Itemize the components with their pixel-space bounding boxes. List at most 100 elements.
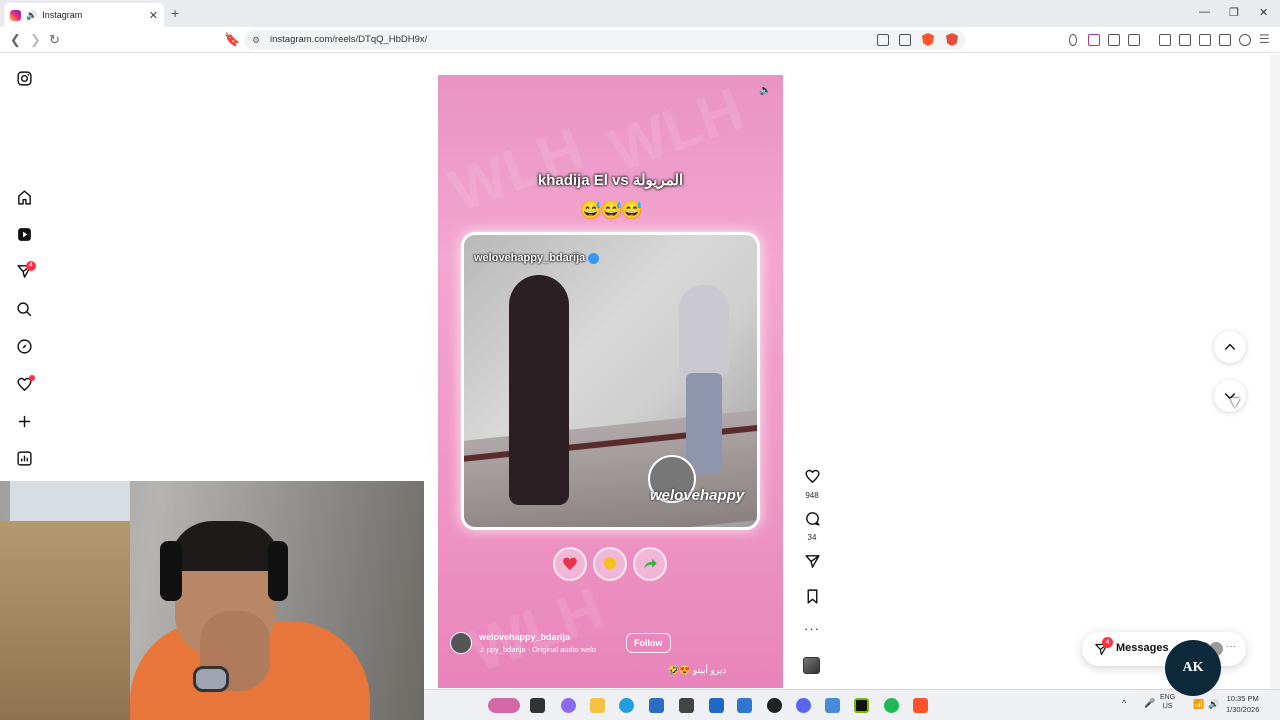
edge-icon[interactable] <box>619 698 634 713</box>
notepad-icon[interactable] <box>825 698 840 713</box>
music-note-icon: ♫ <box>479 645 487 654</box>
follow-button[interactable]: Follow <box>626 633 671 653</box>
reel-video[interactable]: WLH WLH WLH 🔈 khadija El vs المريولة 😅😅😅… <box>438 75 783 688</box>
speaker-icon: 🔊 <box>26 9 38 20</box>
share-button[interactable] <box>802 553 822 575</box>
author-avatar[interactable] <box>450 632 472 654</box>
activity-dot <box>29 375 35 381</box>
reload-button[interactable]: ↻ <box>49 32 60 48</box>
reels-icon[interactable] <box>15 225 33 243</box>
close-tab-icon[interactable]: ✕ <box>149 9 158 22</box>
dashboard-icon[interactable] <box>15 449 33 467</box>
browser-tab[interactable]: 🔊 Instagram ✕ <box>4 3 164 27</box>
messages-button[interactable]: 4 Messages ··· <box>1082 632 1246 666</box>
tray-chevron-icon[interactable]: ^ <box>1122 698 1126 708</box>
vpn-icon[interactable] <box>1239 34 1251 46</box>
streamer-logo: AK <box>1165 640 1221 696</box>
visual-studio-icon[interactable] <box>709 698 724 713</box>
site-info-icon[interactable]: ⚙ <box>252 30 260 50</box>
reel-caption-emojis: 😅😅😅 <box>579 200 643 220</box>
watermark-decor: WLH <box>600 75 752 185</box>
url-field[interactable]: ⚙ instagram.com/reels/DTqQ_HbDH9x/ <box>244 30 966 50</box>
webcam-overlay <box>0 481 424 720</box>
new-tab-button[interactable]: + <box>171 5 179 21</box>
language-indicator[interactable]: ENG US <box>1160 693 1175 711</box>
bookmark-icon[interactable]: 🔖 <box>224 32 240 48</box>
extensions-puzzle-icon[interactable] <box>1108 34 1120 46</box>
extension-icon[interactable] <box>1088 34 1100 46</box>
restore-button[interactable]: ❐ <box>1229 6 1239 19</box>
author-username[interactable]: welovehappy_bdarija <box>479 632 570 642</box>
volume-icon[interactable]: 🔈 <box>759 85 773 99</box>
create-plus-icon[interactable] <box>15 412 33 430</box>
previous-reel-button[interactable] <box>1214 331 1246 363</box>
headphones-left <box>160 541 182 601</box>
watermark-decor: WLH <box>460 574 612 685</box>
comment-button[interactable]: 34 <box>802 510 822 542</box>
search-icon[interactable] <box>15 300 33 318</box>
share-reaction-icon <box>633 547 667 581</box>
video-person-left <box>509 275 569 505</box>
microphone-icon[interactable]: 🎤 <box>1144 698 1155 709</box>
channel-logo-text: welovehappy <box>650 487 745 504</box>
media-icon[interactable] <box>1159 34 1171 46</box>
save-button[interactable] <box>802 588 822 610</box>
instagram-logo-icon[interactable] <box>15 69 33 87</box>
store-icon[interactable] <box>649 698 664 713</box>
volume-tray-icon[interactable]: 🔊 <box>1208 699 1219 710</box>
page-scrollbar[interactable] <box>1270 54 1280 689</box>
wallet-icon[interactable] <box>1199 34 1211 46</box>
language-top: ENG <box>1160 694 1176 701</box>
comment-reaction-icon <box>593 547 627 581</box>
reel-author-row: welovehappy_bdarija ♫ ppy_bdarija · Orig… <box>450 632 770 656</box>
obs-icon[interactable] <box>767 698 782 713</box>
screenshot-icon[interactable] <box>1128 34 1140 46</box>
widgets-icon[interactable] <box>488 698 520 713</box>
browser-tab-bar: 🔊 Instagram ✕ + — ❐ ✕ <box>0 0 1280 27</box>
minimize-button[interactable]: — <box>1199 6 1210 18</box>
like-button[interactable]: 948 <box>802 468 822 500</box>
more-options-icon[interactable]: ··· <box>802 622 822 635</box>
wristwatch <box>193 666 229 692</box>
copilot-icon[interactable] <box>561 698 576 713</box>
home-icon[interactable] <box>15 188 33 206</box>
cast-icon[interactable] <box>877 34 889 46</box>
forward-button[interactable]: ❯ <box>30 32 41 48</box>
back-button[interactable]: ❮ <box>10 32 21 48</box>
reel-description[interactable]: 🤣😍 ديرو أبيتو <box>668 665 726 676</box>
share-icon[interactable] <box>899 34 911 46</box>
chevron-up-icon <box>1224 343 1236 350</box>
language-bottom: US <box>1162 703 1173 710</box>
video-handle-text: welovehappy_bdarija <box>474 252 586 264</box>
menu-icon[interactable]: ☰ <box>1259 32 1270 46</box>
extension-shield-icon[interactable] <box>1069 34 1077 46</box>
audio-text: ppy_bdarija · Original audio welo <box>486 645 596 654</box>
explore-compass-icon[interactable] <box>15 337 33 355</box>
file-explorer-icon[interactable] <box>590 698 605 713</box>
nvidia-icon[interactable] <box>854 698 869 713</box>
heart-icon <box>804 469 820 484</box>
wifi-icon[interactable]: 📶 <box>1193 699 1204 710</box>
spotify-icon[interactable] <box>884 698 899 713</box>
clock[interactable]: 10:35 PM 1/30/2026 <box>1226 693 1259 715</box>
audio-info[interactable]: ♫ ppy_bdarija · Original audio welo <box>479 645 609 654</box>
app-icon[interactable] <box>679 698 694 713</box>
mouse-cursor <box>1230 398 1240 408</box>
tab-title: Instagram <box>42 10 83 20</box>
leo-ai-icon[interactable] <box>1219 34 1231 46</box>
discord-icon[interactable] <box>796 698 811 713</box>
audio-thumbnail[interactable] <box>803 657 820 674</box>
messages-label: Messages <box>1116 642 1169 654</box>
task-view-icon[interactable] <box>530 698 545 713</box>
address-bar-row: ❮ ❯ ↻ 🔖 ⚙ instagram.com/reels/DTqQ_HbDH9… <box>0 27 1280 53</box>
comment-count: 34 <box>807 533 817 542</box>
brave-icon[interactable] <box>913 698 928 713</box>
messages-badge: 4 <box>1102 637 1113 648</box>
close-window-button[interactable]: ✕ <box>1259 6 1268 19</box>
sidebar-icon[interactable] <box>1179 34 1191 46</box>
like-count: 948 <box>805 491 819 500</box>
outlook-icon[interactable] <box>737 698 752 713</box>
comment-icon <box>805 512 820 526</box>
headphones-right <box>268 541 288 601</box>
more-avatars-icon: ··· <box>1226 641 1236 652</box>
